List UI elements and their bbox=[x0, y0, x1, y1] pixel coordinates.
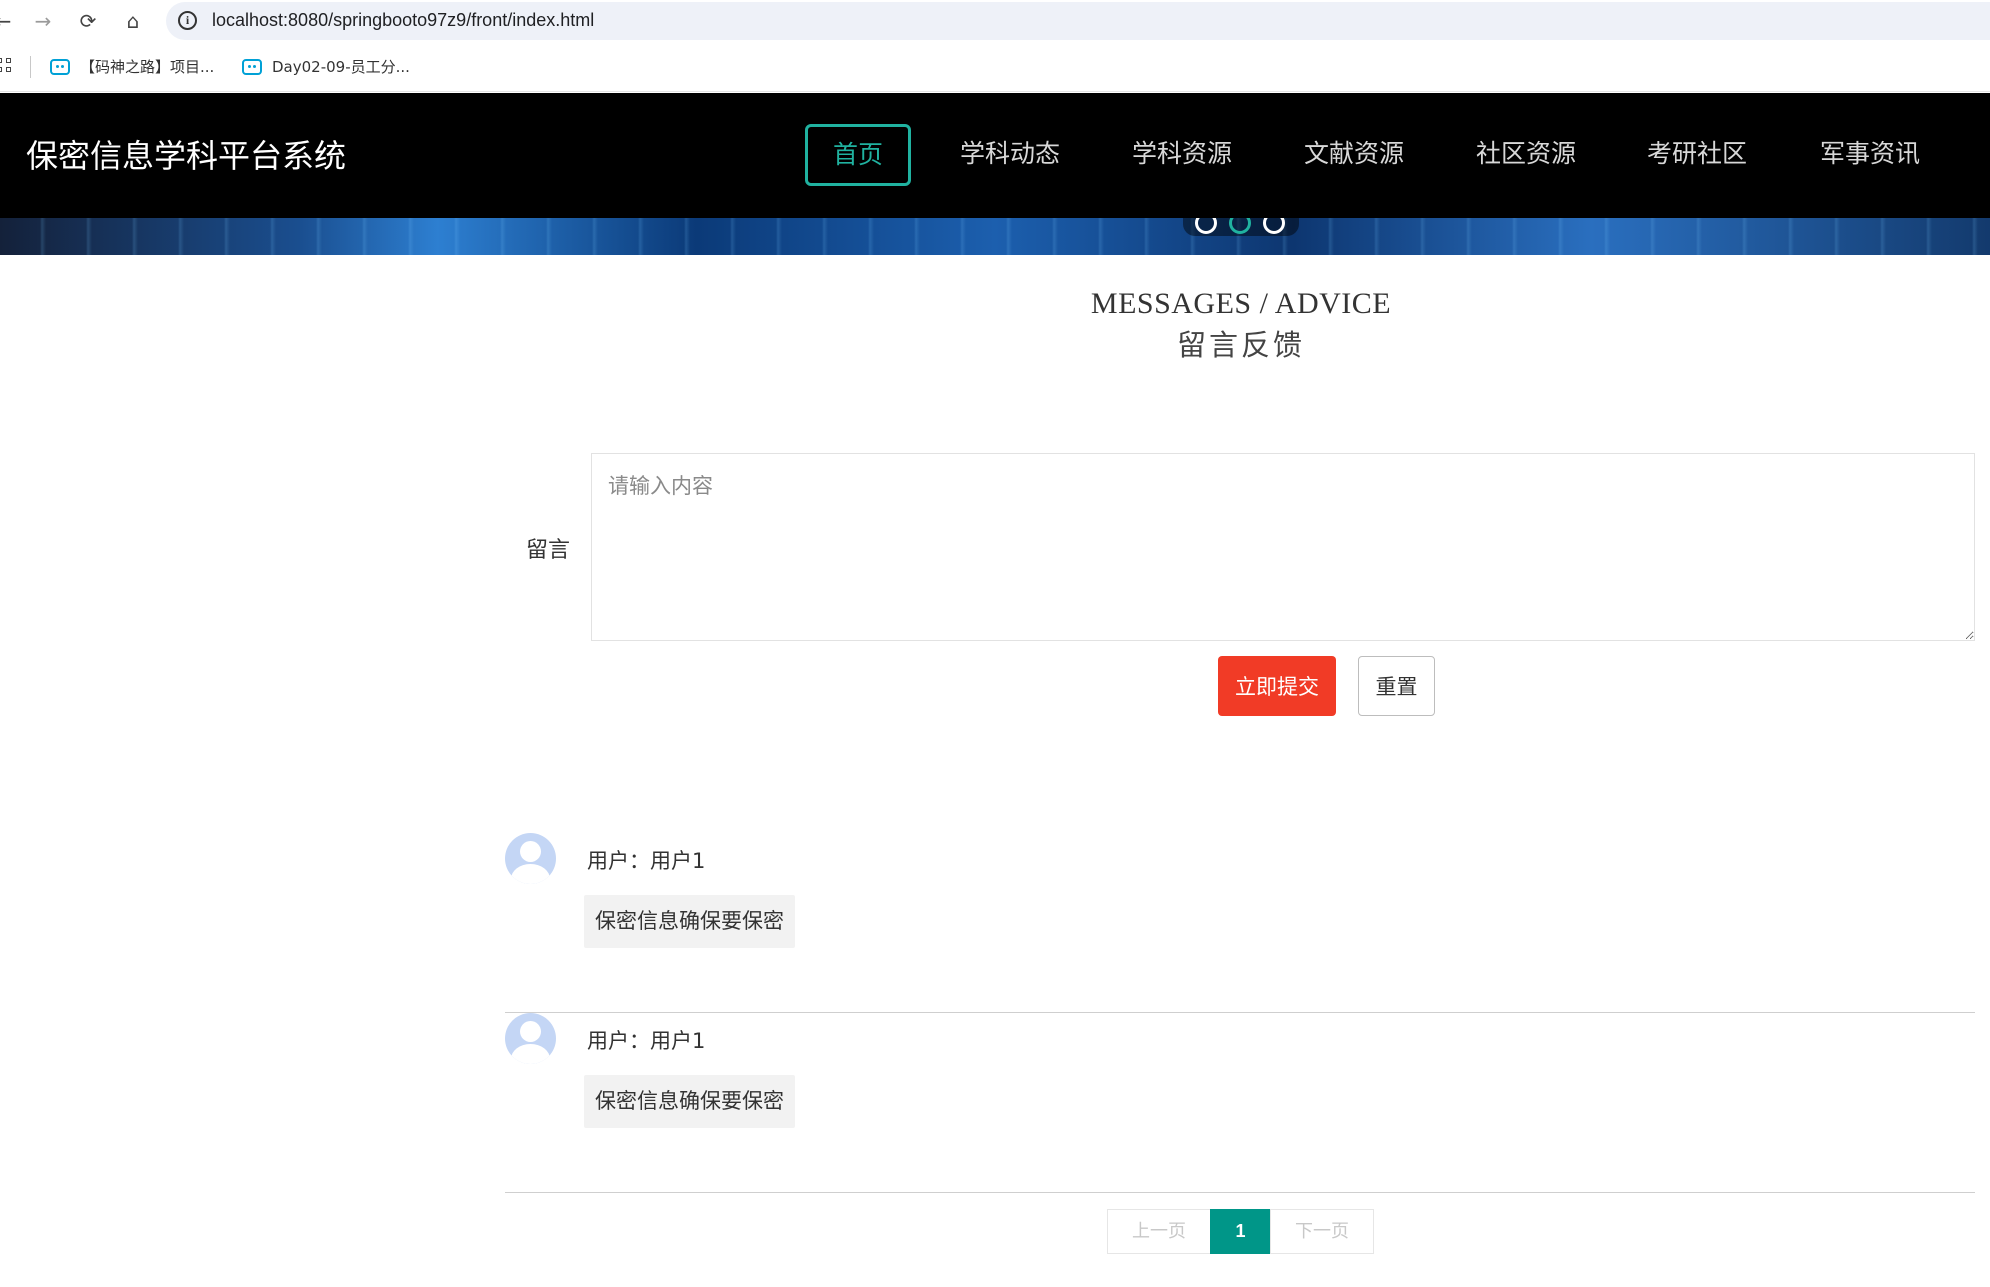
bookmarks-bar: 【码神之路】项目... Day02-09-员工分... bbox=[0, 42, 1990, 92]
section-title-cn: 留言反馈 bbox=[1176, 328, 1305, 362]
comment-content: 保密信息确保要保密 bbox=[584, 895, 795, 948]
nav-item-subject-resources[interactable]: 学科资源 bbox=[1127, 124, 1237, 186]
bookmark-label: Day02-09-员工分... bbox=[272, 58, 410, 76]
home-icon[interactable]: ⌂ bbox=[120, 8, 146, 34]
carousel-banner bbox=[0, 218, 1990, 255]
nav-item-literature[interactable]: 文献资源 bbox=[1299, 124, 1409, 186]
address-bar[interactable]: i localhost:8080/springbooto97z9/front/i… bbox=[166, 2, 1990, 40]
reset-button[interactable]: 重置 bbox=[1358, 656, 1435, 716]
site-title[interactable]: 保密信息学科平台系统 bbox=[26, 131, 346, 177]
user-avatar-icon bbox=[505, 1013, 556, 1064]
carousel-dot[interactable] bbox=[1195, 218, 1217, 234]
bookmarks-divider bbox=[30, 56, 31, 78]
page-number-current[interactable]: 1 bbox=[1210, 1209, 1271, 1254]
bookmark-item[interactable]: Day02-09-员工分... bbox=[242, 56, 422, 78]
comment-content: 保密信息确保要保密 bbox=[584, 1075, 795, 1128]
forward-arrow-icon[interactable]: → bbox=[30, 8, 56, 34]
section-title-en: MESSAGES / ADVICE bbox=[1090, 287, 1392, 320]
bookmark-item[interactable]: 【码神之路】项目... bbox=[50, 56, 230, 78]
message-textarea[interactable] bbox=[591, 453, 1975, 641]
site-info-icon[interactable]: i bbox=[178, 11, 197, 30]
bookmark-label: 【码神之路】项目... bbox=[80, 58, 215, 76]
comment-item: 用户：用户1 保密信息确保要保密 bbox=[505, 1013, 1975, 1193]
user-avatar-icon bbox=[505, 833, 556, 884]
comment-user: 用户：用户1 bbox=[587, 1029, 706, 1053]
comment-item: 用户：用户1 保密信息确保要保密 bbox=[505, 833, 1975, 1013]
reload-icon[interactable]: ⟳ bbox=[75, 8, 101, 34]
comment-user: 用户：用户1 bbox=[587, 849, 706, 873]
submit-button[interactable]: 立即提交 bbox=[1218, 656, 1336, 716]
next-page-button[interactable]: 下一页 bbox=[1270, 1209, 1374, 1254]
browser-toolbar: ← → ⟳ ⌂ i localhost:8080/springbooto97z9… bbox=[0, 0, 1990, 42]
prev-page-button[interactable]: 上一页 bbox=[1107, 1209, 1211, 1254]
bilibili-icon bbox=[50, 59, 70, 75]
nav-item-home[interactable]: 首页 bbox=[805, 124, 911, 186]
bilibili-icon bbox=[242, 59, 262, 75]
apps-grid-icon[interactable] bbox=[0, 58, 14, 74]
carousel-dot[interactable] bbox=[1263, 218, 1285, 234]
carousel-indicators bbox=[1183, 218, 1299, 236]
back-arrow-icon[interactable]: ← bbox=[0, 8, 16, 34]
carousel-dot-active[interactable] bbox=[1229, 218, 1251, 234]
message-label: 留言 bbox=[526, 538, 571, 563]
nav-item-community-resources[interactable]: 社区资源 bbox=[1471, 124, 1581, 186]
url-text[interactable]: localhost:8080/springbooto97z9/front/ind… bbox=[212, 10, 594, 31]
nav-item-military-news[interactable]: 军事资讯 bbox=[1815, 124, 1925, 186]
nav-item-subject-news[interactable]: 学科动态 bbox=[955, 124, 1065, 186]
nav-item-exam-community[interactable]: 考研社区 bbox=[1642, 124, 1752, 186]
site-header: 保密信息学科平台系统 首页 学科动态 学科资源 文献资源 社区资源 考研社区 军… bbox=[0, 93, 1990, 218]
